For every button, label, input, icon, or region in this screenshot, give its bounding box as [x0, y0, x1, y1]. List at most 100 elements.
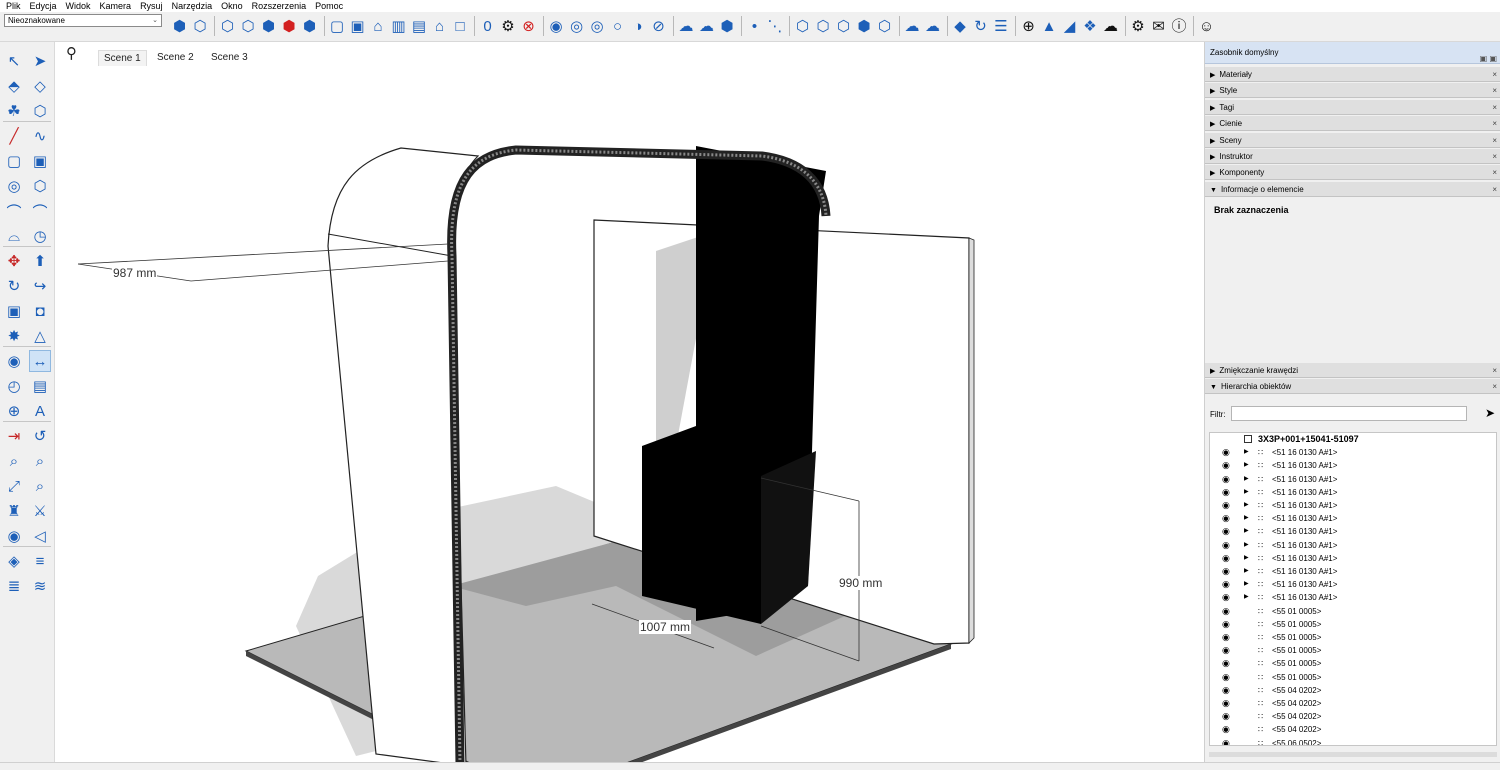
- outliner-root[interactable]: 3X3P+001+15041-51097: [1244, 433, 1359, 446]
- outliner-row[interactable]: ◉ ▶ ∷ <51 16 0130 A#1>: [1210, 539, 1496, 552]
- cloud-dark-icon[interactable]: ☁: [1101, 17, 1120, 36]
- expand-triangle-icon[interactable]: ▶: [1244, 446, 1249, 459]
- zoom-previous-icon[interactable]: ⌕: [29, 475, 51, 497]
- tray-scrollbar[interactable]: [1209, 752, 1497, 757]
- three-point-arc-icon[interactable]: ⌓: [3, 225, 25, 247]
- text-label-icon[interactable]: ▤: [29, 375, 51, 397]
- rotate-icon[interactable]: ↻: [3, 275, 25, 297]
- outliner-row[interactable]: ◉ ∷ <55 04 0202>: [1210, 697, 1496, 710]
- left-view-icon[interactable]: ▥: [389, 17, 408, 36]
- outliner-row[interactable]: ◉ ∷ <55 01 0005>: [1210, 605, 1496, 618]
- solid-tools-2-icon[interactable]: ⬡: [814, 17, 833, 36]
- eye-icon[interactable]: ◉: [1222, 539, 1230, 552]
- outliner-row[interactable]: ◉ ∷ <55 01 0005>: [1210, 657, 1496, 670]
- front-view-icon[interactable]: ▢: [328, 17, 347, 36]
- add-circle-icon[interactable]: ⊕: [1019, 17, 1038, 36]
- tape-measure-icon[interactable]: ◉: [3, 350, 25, 372]
- eye-icon[interactable]: ◉: [1222, 499, 1230, 512]
- outliner-row[interactable]: ◉ ▶ ∷ <51 16 0130 A#1>: [1210, 525, 1496, 538]
- menu-item-0[interactable]: Plik: [6, 0, 21, 12]
- wireframe-cube-icon[interactable]: ⬡: [191, 17, 210, 36]
- menu-item-8[interactable]: Pomoc: [315, 0, 343, 12]
- slash-circle-icon[interactable]: ⊘: [649, 17, 668, 36]
- close-icon[interactable]: ×: [1492, 100, 1497, 115]
- orbit-walk-icon[interactable]: ↺: [29, 425, 51, 447]
- solid-tools-5-icon[interactable]: ⬡: [875, 17, 894, 36]
- push-pull-icon[interactable]: ⬆: [29, 250, 51, 272]
- paint-bucket-icon[interactable]: ⬘: [3, 75, 25, 97]
- close-icon[interactable]: ×: [1492, 67, 1497, 82]
- eye-icon[interactable]: ◉: [1222, 684, 1230, 697]
- close-icon[interactable]: ×: [1492, 379, 1497, 394]
- eraser-icon[interactable]: ◇: [29, 75, 51, 97]
- close-red-icon[interactable]: ⊗: [519, 17, 538, 36]
- ruby-icon[interactable]: ◆: [951, 17, 970, 36]
- pattern-icon[interactable]: ❖: [1081, 17, 1100, 36]
- tag-cube-icon[interactable]: ⬢: [170, 17, 189, 36]
- monochrome-cube-icon[interactable]: ⬢: [300, 17, 319, 36]
- outliner-row[interactable]: ◉ ▶ ∷ <51 16 0130 A#1>: [1210, 499, 1496, 512]
- freehand-icon[interactable]: ∿: [29, 125, 51, 147]
- pencil-line-icon[interactable]: ╱: [3, 125, 25, 147]
- model-viewport[interactable]: 987 mm 990 mm 1007 mm: [56, 66, 1200, 762]
- scale-icon[interactable]: ▣: [3, 300, 25, 322]
- look-around-icon[interactable]: ◉: [3, 525, 25, 547]
- eye-icon[interactable]: ◉: [1222, 697, 1230, 710]
- gear-icon[interactable]: ⚙: [499, 17, 518, 36]
- section-plane-icon[interactable]: ⇥: [3, 425, 25, 447]
- follow-me-icon[interactable]: ↪: [29, 275, 51, 297]
- outliner-row[interactable]: ◉ ∷ <55 01 0005>: [1210, 631, 1496, 644]
- move-icon[interactable]: ✥: [3, 250, 25, 272]
- close-icon[interactable]: ×: [1492, 363, 1497, 378]
- layer-50-icon[interactable]: ◎: [567, 17, 586, 36]
- eye-icon[interactable]: ◉: [1222, 578, 1230, 591]
- eye-icon[interactable]: ◉: [1222, 723, 1230, 736]
- circle-icon[interactable]: ◎: [3, 175, 25, 197]
- house-view-icon[interactable]: ⌂: [430, 17, 449, 36]
- rectangle-icon[interactable]: ▢: [3, 150, 25, 172]
- layer-tool-icon[interactable]: ◉: [547, 17, 566, 36]
- close-icon[interactable]: ×: [1492, 149, 1497, 164]
- eye-icon[interactable]: ◉: [1222, 657, 1230, 670]
- filter-input[interactable]: [1231, 406, 1467, 421]
- eye-icon[interactable]: ◉: [1222, 486, 1230, 499]
- bottom-view-icon[interactable]: ▤: [410, 17, 429, 36]
- eye-icon[interactable]: ◉: [1222, 565, 1230, 578]
- position-camera-icon[interactable]: ♜: [3, 500, 25, 522]
- cloud-link-icon[interactable]: ☁: [677, 17, 696, 36]
- right-view-icon[interactable]: ▣: [348, 17, 367, 36]
- dimension-icon[interactable]: ↔: [29, 350, 51, 372]
- back-view-icon[interactable]: ⌂: [369, 17, 388, 36]
- menu-item-1[interactable]: Edycja: [30, 0, 57, 12]
- pie-icon[interactable]: ◷: [29, 225, 51, 247]
- scene-tab-3[interactable]: Scene 3: [206, 50, 253, 66]
- close-icon[interactable]: ×: [1492, 83, 1497, 98]
- close-icon[interactable]: ×: [1492, 182, 1497, 197]
- outliner-row[interactable]: ◉ ∷ <55 04 0202>: [1210, 710, 1496, 723]
- menu-item-3[interactable]: Kamera: [100, 0, 132, 12]
- eye-icon[interactable]: ◉: [1222, 473, 1230, 486]
- tag-select[interactable]: Nieoznakowane ⌄: [4, 14, 162, 27]
- outliner-row[interactable]: ◉ ▶ ∷ <51 16 0130 A#1>: [1210, 459, 1496, 472]
- rotated-rectangle-icon[interactable]: ▣: [29, 150, 51, 172]
- zoom-icon[interactable]: ⌕: [3, 450, 25, 472]
- close-icon[interactable]: ×: [1492, 116, 1497, 131]
- solid-tools-4-icon[interactable]: ⬢: [855, 17, 874, 36]
- outliner-row[interactable]: ◉ ▶ ∷ <51 16 0130 A#1>: [1210, 591, 1496, 604]
- sandbox-icon[interactable]: ≡: [29, 550, 51, 572]
- solid-tools-1-icon[interactable]: ⬡: [793, 17, 812, 36]
- eye-icon[interactable]: ◉: [1222, 459, 1230, 472]
- outliner-row[interactable]: ◉ ▶ ∷ <51 16 0130 A#1>: [1210, 512, 1496, 525]
- eye-icon[interactable]: ◉: [1222, 552, 1230, 565]
- tray-panel-lower-0[interactable]: ▶ Zmiękczanie krawędzi ×: [1205, 363, 1500, 378]
- menu-item-2[interactable]: Widok: [66, 0, 91, 12]
- zoom-window-icon[interactable]: ⌕: [29, 450, 51, 472]
- eye-icon[interactable]: ◉: [1222, 737, 1230, 746]
- stack-icon[interactable]: ☰: [992, 17, 1011, 36]
- outliner-row[interactable]: ◉ ∷ <55 01 0005>: [1210, 618, 1496, 631]
- iso-view-icon[interactable]: ⬡: [218, 17, 237, 36]
- lasso-select-icon[interactable]: ➤: [29, 50, 51, 72]
- cloud-cube-icon[interactable]: ⬢: [718, 17, 737, 36]
- polygon-icon[interactable]: ⬡: [29, 175, 51, 197]
- outliner-row[interactable]: ◉ ▶ ∷ <51 16 0130 A#1>: [1210, 578, 1496, 591]
